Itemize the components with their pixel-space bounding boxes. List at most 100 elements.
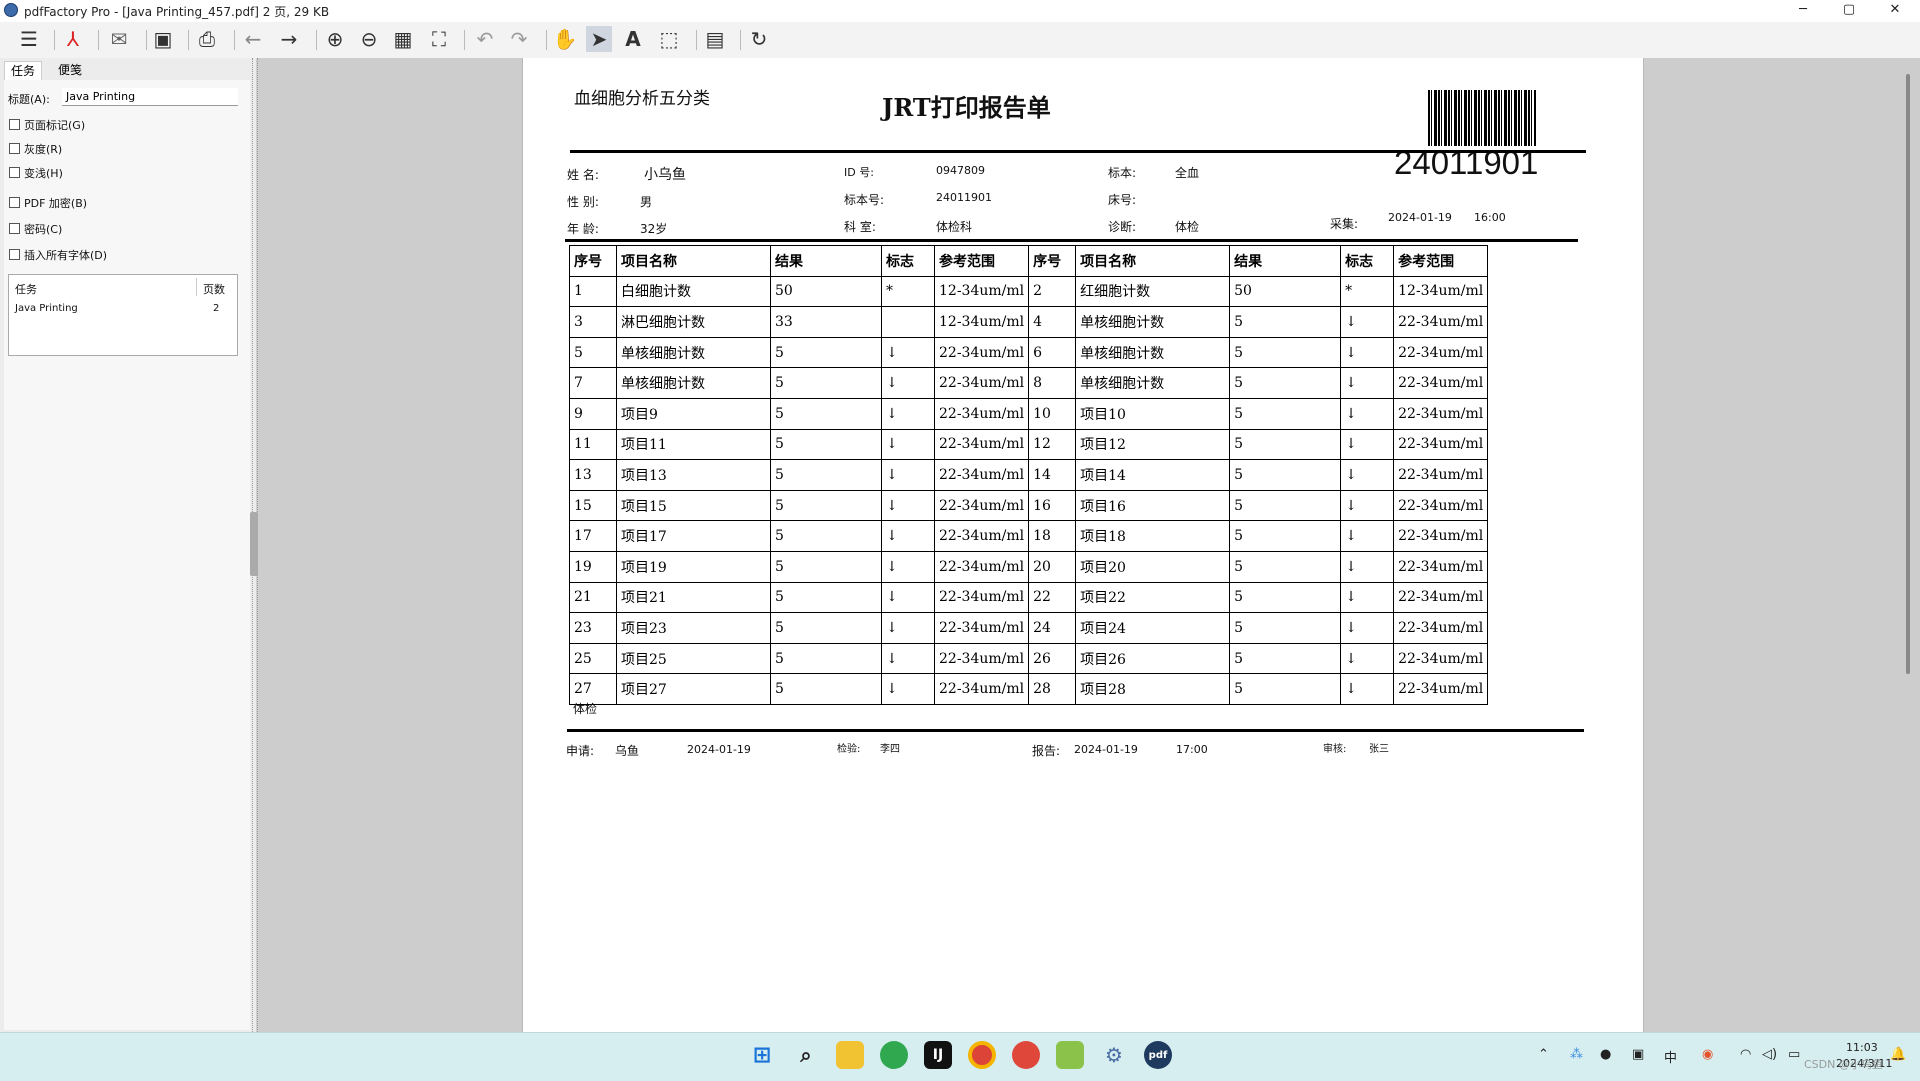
page-marks-checkbox[interactable] xyxy=(9,119,20,130)
print-icon[interactable]: ⎙ xyxy=(194,26,220,52)
cell-item-name: 淋巴细胞计数 xyxy=(616,306,771,338)
clock-time[interactable]: 11:03 xyxy=(1846,1041,1878,1054)
chevron-up-icon[interactable]: ⌃ xyxy=(1538,1047,1549,1062)
edge-browser-icon[interactable] xyxy=(880,1041,908,1069)
table-row: 17 项目17 5 ↓ 22-34um/ml 18 项目18 5 ↓ 22-34um/ml xyxy=(569,520,1489,552)
app-network-icon[interactable]: ⚙ xyxy=(1100,1041,1128,1069)
job-list[interactable]: 任务 页数 Java Printing 2 xyxy=(8,274,238,356)
lighten-label: 变浅(H) xyxy=(24,167,63,180)
app-red-icon[interactable] xyxy=(1012,1041,1040,1069)
search-icon[interactable]: ⌕ xyxy=(792,1041,820,1069)
network-cluster-icon[interactable]: ⁂ xyxy=(1570,1047,1583,1062)
app-orange-icon[interactable]: ◉ xyxy=(1702,1047,1713,1062)
minimize-button[interactable]: ─ xyxy=(1780,0,1826,22)
remark: 体检 xyxy=(573,702,598,716)
cell-result: 5 xyxy=(1229,336,1342,369)
cell-result: 5 xyxy=(770,520,882,552)
cell-seq: 3 xyxy=(569,306,617,338)
notification-icon[interactable]: 🔔 xyxy=(1890,1047,1906,1062)
cell-seq: 23 xyxy=(569,612,617,644)
cell-seq: 26 xyxy=(1028,642,1077,675)
refresh-icon[interactable]: ↻ xyxy=(746,26,772,52)
header-ref-range: 参考范围 xyxy=(933,245,1030,277)
maximize-button[interactable]: ▢ xyxy=(1826,0,1872,22)
forward-arrow-icon[interactable]: → xyxy=(276,26,302,52)
fit-page-icon[interactable]: ⛶ xyxy=(426,26,452,52)
wifi-icon[interactable]: ◠ xyxy=(1740,1047,1751,1062)
pdf-encrypt-label: PDF 加密(B) xyxy=(24,197,88,210)
cell-item-name: 单核细胞计数 xyxy=(616,336,771,369)
cell-seq: 28 xyxy=(1028,673,1077,705)
windows-start-icon[interactable]: ⊞ xyxy=(748,1041,776,1069)
battery-icon[interactable]: ▭ xyxy=(1788,1047,1800,1062)
volume-icon[interactable]: ◁) xyxy=(1762,1047,1777,1062)
cell-seq: 22 xyxy=(1028,581,1077,614)
cell-ref-range: 22-34um/ml xyxy=(1393,489,1489,522)
chrome-icon[interactable] xyxy=(968,1041,996,1069)
cell-ref-range: 22-34um/ml xyxy=(933,489,1030,522)
watermark: CSDN @小乌鱼 xyxy=(1804,1058,1883,1071)
sex-label: 性 别: xyxy=(567,195,599,209)
menu-icon[interactable]: ☰ xyxy=(16,26,42,52)
zoom-out-icon[interactable]: ⊖ xyxy=(356,26,382,52)
cell-ref-range: 22-34um/ml xyxy=(1393,612,1489,644)
id-label: ID 号: xyxy=(844,166,874,179)
lighten-checkbox[interactable] xyxy=(9,167,20,178)
name-label: 姓 名: xyxy=(567,168,599,182)
cell-result: 5 xyxy=(1229,612,1342,644)
cell-flag: ↓ xyxy=(1340,306,1395,338)
text-tool-icon[interactable]: A xyxy=(620,26,646,52)
cell-item-name: 项目15 xyxy=(616,489,771,522)
pdffactory-icon[interactable]: pdf xyxy=(1144,1041,1172,1069)
results-table: 序号 项目名称 结果 标志 参考范围 序号 项目名称 结果 标志 参考范围 1 白细胞计数 50 * 12-… xyxy=(569,245,1489,705)
report-time: 17:00 xyxy=(1176,743,1208,756)
embed-fonts-checkbox[interactable] xyxy=(9,249,20,260)
thumbnails-grid-icon[interactable]: ▦ xyxy=(390,26,416,52)
pdf-encrypt-checkbox[interactable] xyxy=(9,197,20,208)
title-input[interactable]: Java Printing xyxy=(62,88,238,106)
job-name[interactable]: Java Printing xyxy=(15,303,78,314)
tab-notes[interactable]: 便笺 xyxy=(52,61,88,79)
dept-label: 科 室: xyxy=(844,220,876,234)
mail-icon[interactable]: ✉ xyxy=(106,26,132,52)
tab-tasks[interactable]: 任务 xyxy=(4,61,43,80)
cell-result: 5 xyxy=(1229,550,1342,583)
zoom-in-icon[interactable]: ⊕ xyxy=(322,26,348,52)
sex-value: 男 xyxy=(640,195,653,209)
cell-flag: ↓ xyxy=(1340,550,1395,583)
cell-ref-range: 22-34um/ml xyxy=(1393,367,1489,399)
grayscale-checkbox[interactable] xyxy=(9,143,20,154)
qq-icon[interactable]: ● xyxy=(1600,1047,1611,1062)
cell-result: 5 xyxy=(770,397,882,430)
pdf-icon[interactable]: ⅄ xyxy=(60,26,86,52)
cell-item-name: 项目22 xyxy=(1075,581,1231,614)
cell-flag: ↓ xyxy=(1340,489,1395,522)
undo-icon[interactable]: ↶ xyxy=(472,26,498,52)
hand-tool-icon[interactable]: ✋ xyxy=(552,26,578,52)
jetbrains-icon[interactable]: IJ xyxy=(924,1041,952,1069)
vertical-scrollbar[interactable] xyxy=(1906,74,1910,674)
cell-seq: 13 xyxy=(569,459,617,491)
marquee-select-icon[interactable]: ⬚ xyxy=(656,26,682,52)
splitter-handle[interactable] xyxy=(250,512,258,576)
file-explorer-icon[interactable] xyxy=(836,1041,864,1069)
title-bar: pdfFactory Pro - [Java Printing_457.pdf]… xyxy=(0,0,1920,22)
redo-icon[interactable]: ↷ xyxy=(506,26,532,52)
display-icon[interactable]: ▣ xyxy=(1632,1047,1644,1062)
cell-ref-range: 22-34um/ml xyxy=(1393,642,1489,675)
password-checkbox[interactable] xyxy=(9,223,20,234)
bed-label: 床号: xyxy=(1108,193,1137,207)
notes-icon[interactable]: ▤ xyxy=(702,26,728,52)
select-arrow-icon[interactable]: ➤ xyxy=(586,26,612,52)
close-button[interactable]: ✕ xyxy=(1872,0,1918,22)
cell-result: 50 xyxy=(770,275,882,308)
save-icon[interactable]: ▣ xyxy=(150,26,176,52)
back-arrow-icon[interactable]: ← xyxy=(240,26,266,52)
table-row: 1 白细胞计数 50 * 12-34um/ml 2 红细胞计数 50 * 12-34um/ml xyxy=(569,275,1489,308)
cell-flag: * xyxy=(1340,275,1395,308)
ime-icon[interactable]: 中 xyxy=(1664,1047,1677,1066)
cell-result: 5 xyxy=(770,489,882,522)
cell-result: 5 xyxy=(770,550,882,583)
cell-ref-range: 22-34um/ml xyxy=(933,428,1030,461)
app-green-icon[interactable] xyxy=(1056,1041,1084,1069)
